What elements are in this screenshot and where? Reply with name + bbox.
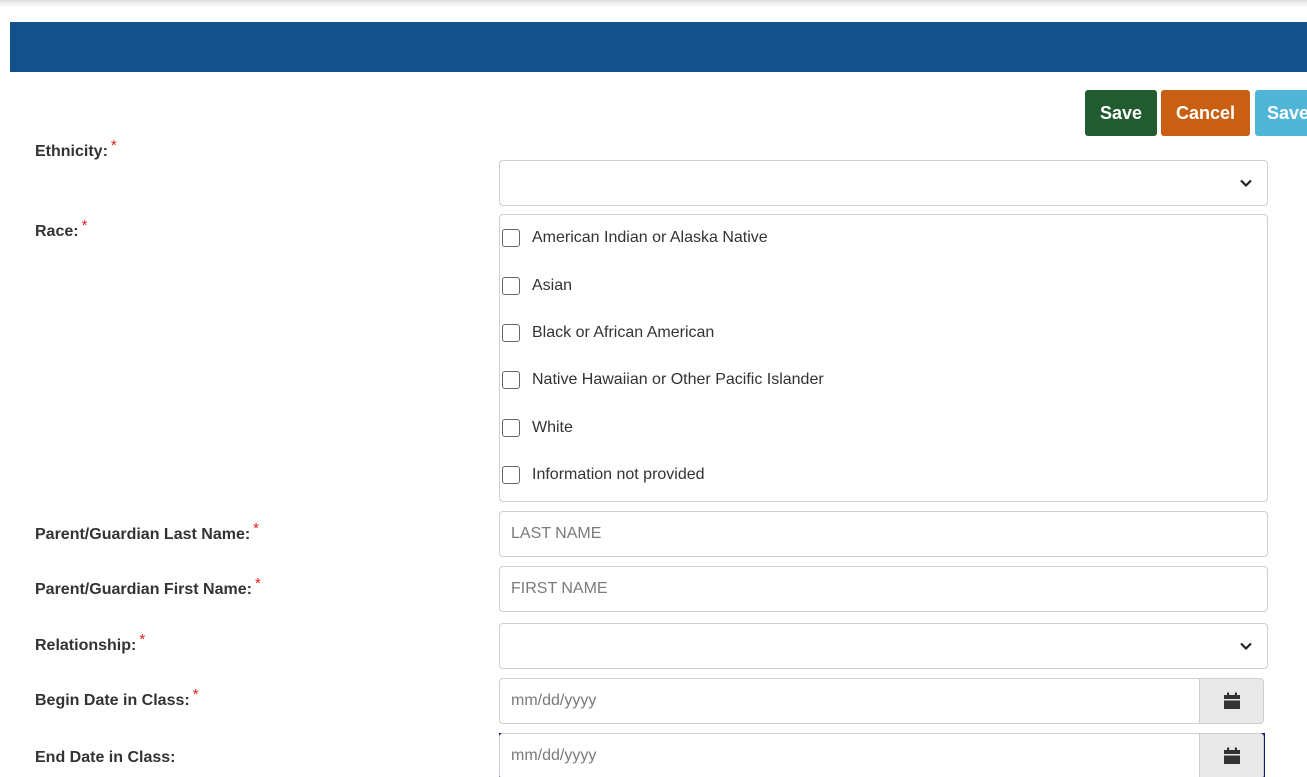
end-date-label: End Date in Class: (35, 749, 175, 767)
end-date-group: mm/dd/yyyy (499, 733, 1265, 777)
cancel-button[interactable]: Cancel (1161, 90, 1250, 136)
relationship-label-text: Relationship: (35, 637, 137, 654)
race-checkbox-group: American Indian or Alaska Native Asian B… (499, 214, 1268, 502)
required-marker: * (81, 217, 88, 234)
chevron-down-icon (1240, 642, 1252, 651)
ethnicity-select[interactable] (499, 160, 1268, 206)
race-option-label: Native Hawaiian or Other Pacific Islande… (532, 371, 824, 388)
relationship-select[interactable] (499, 623, 1268, 669)
save-button[interactable]: Save (1085, 90, 1157, 136)
checkbox[interactable] (502, 371, 520, 389)
ethnicity-label: Ethnicity: * (35, 137, 117, 161)
save-secondary-button[interactable]: Save (1255, 90, 1307, 136)
guardian-last-name-placeholder: LAST NAME (511, 525, 602, 542)
race-option-label: American Indian or Alaska Native (532, 229, 768, 246)
ethnicity-label-text: Ethnicity: (35, 143, 108, 160)
required-marker: * (253, 520, 260, 537)
race-option-label: Asian (532, 277, 573, 294)
end-date-label-text: End Date in Class: (35, 749, 176, 766)
required-marker: * (192, 686, 199, 703)
guardian-last-name-label-text: Parent/Guardian Last Name: (35, 526, 251, 543)
guardian-first-name-label-text: Parent/Guardian First Name: (35, 581, 252, 598)
race-option-not-provided[interactable]: Information not provided (502, 463, 705, 487)
required-marker: * (254, 575, 261, 592)
guardian-first-name-label: Parent/Guardian First Name: * (35, 575, 261, 599)
begin-date-placeholder: mm/dd/yyyy (511, 692, 597, 709)
race-label: Race: * (35, 217, 87, 241)
race-option-black[interactable]: Black or African American (502, 321, 714, 345)
calendar-icon (1223, 692, 1240, 709)
required-marker: * (139, 631, 146, 648)
guardian-first-name-input[interactable]: FIRST NAME (499, 566, 1268, 612)
page: Save Cancel Save Ethnicity: * Race: * Amer… (0, 0, 1307, 777)
end-date-placeholder: mm/dd/yyyy (511, 747, 597, 764)
guardian-first-name-placeholder: FIRST NAME (511, 580, 608, 597)
browser-edge (0, 0, 1307, 22)
header-bar (10, 22, 1307, 72)
begin-date-calendar-button[interactable] (1199, 678, 1264, 724)
checkbox[interactable] (502, 324, 520, 342)
checkbox[interactable] (502, 277, 520, 295)
race-option-white[interactable]: White (502, 416, 573, 440)
end-date-input[interactable]: mm/dd/yyyy (499, 733, 1200, 777)
begin-date-group: mm/dd/yyyy (499, 678, 1265, 724)
race-option-asian[interactable]: Asian (502, 274, 572, 298)
calendar-icon (1223, 747, 1240, 764)
checkbox[interactable] (502, 466, 520, 484)
begin-date-input[interactable]: mm/dd/yyyy (499, 678, 1200, 724)
end-date-calendar-button[interactable] (1199, 733, 1264, 777)
begin-date-label-text: Begin Date in Class: (35, 692, 190, 709)
race-option-pacific-islander[interactable]: Native Hawaiian or Other Pacific Islande… (502, 368, 824, 392)
race-option-label: Black or African American (532, 324, 715, 341)
race-option-american-indian[interactable]: American Indian or Alaska Native (502, 226, 768, 250)
begin-date-label: Begin Date in Class: * (35, 686, 199, 710)
required-marker: * (110, 137, 117, 154)
race-label-text: Race: (35, 223, 79, 240)
chevron-down-icon (1240, 179, 1252, 188)
checkbox[interactable] (502, 419, 520, 437)
guardian-last-name-input[interactable]: LAST NAME (499, 511, 1268, 557)
guardian-last-name-label: Parent/Guardian Last Name: * (35, 520, 259, 544)
checkbox[interactable] (502, 229, 520, 247)
relationship-label: Relationship: * (35, 631, 145, 655)
race-option-label: White (532, 419, 573, 436)
race-option-label: Information not provided (532, 466, 705, 483)
